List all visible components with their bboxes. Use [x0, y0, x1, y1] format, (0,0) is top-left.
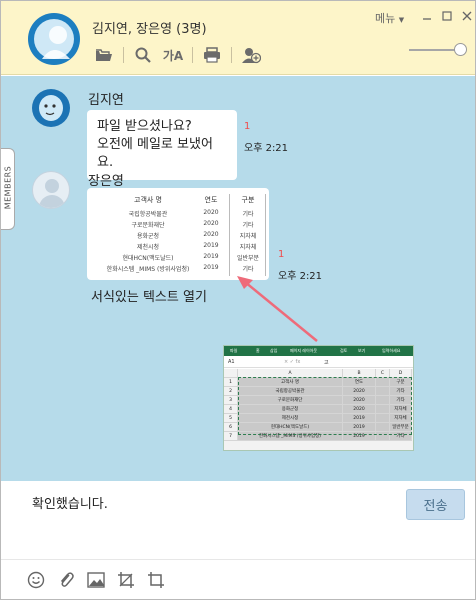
avatar[interactable]	[32, 171, 70, 209]
ribbon-tab: 페이지 레이아웃	[290, 348, 318, 353]
excel-ribbon: 파일 홈 삽입 페이지 레이아웃 검토 보기 입력하세요	[224, 346, 413, 356]
table-header: 구분	[241, 196, 255, 204]
emoji-icon[interactable]	[26, 570, 46, 590]
table-cell: 한화시스템 _MIMS (방위사업청)	[106, 266, 190, 273]
table-cell: 2020	[203, 209, 219, 216]
row-number: 2	[224, 387, 238, 396]
table-header: 연도	[204, 196, 218, 204]
row-number: 5	[224, 414, 238, 423]
table-cell: 2019	[203, 253, 219, 260]
row-number: 1	[224, 378, 238, 387]
font-size-icon[interactable]: 가A	[162, 45, 184, 65]
avatar[interactable]	[32, 89, 70, 127]
members-label: MEMBERS	[3, 165, 13, 210]
close-button[interactable]	[459, 9, 475, 23]
table-cell: 국립항공박물관	[128, 211, 168, 218]
message-bubble[interactable]: 고객사 명 연도 구분 국립항공박물관 2020 기타 구로문화재단 2020 …	[87, 188, 269, 280]
add-person-icon[interactable]	[240, 45, 262, 65]
table-header: 고객사 명	[134, 196, 162, 204]
message-line: 오전에 메일로 보냈어요.	[97, 137, 213, 170]
table-cell: 2019	[203, 264, 219, 271]
table-cell: 2020	[203, 231, 219, 238]
menu-label: 메뉴	[375, 12, 396, 25]
row-number: 4	[224, 405, 238, 414]
ribbon-tab: 파일	[230, 348, 238, 353]
bottom-toolbar	[1, 559, 475, 599]
row-number: 7	[224, 432, 238, 441]
chevron-down-icon: ▼	[398, 16, 405, 24]
ribbon-tab: 검토	[340, 348, 348, 353]
chat-window: 김지연, 장은영 (3명) 가A 메뉴 ▼ MEMBERS 김지연 파일 받으셨…	[0, 0, 476, 600]
table-cell: 용화군청	[136, 233, 160, 240]
pasted-table: 고객사 명 연도 구분 국립항공박물관 2020 기타 구로문화재단 2020 …	[87, 188, 269, 280]
unread-count: 1	[278, 249, 285, 260]
table-cell: 지자체	[239, 233, 257, 240]
row-number: 6	[224, 423, 238, 432]
table-cell: 지자체	[239, 244, 257, 251]
table-cell: 제천시청	[136, 244, 160, 251]
ribbon-tab: 입력하세요	[382, 348, 401, 353]
copy-selection-border	[238, 377, 412, 435]
table-cell: 2020	[203, 220, 219, 227]
message-time: 오후 2:21	[244, 143, 289, 154]
crop-icon[interactable]	[146, 570, 166, 590]
table-cell: 구로문화재단	[131, 222, 165, 229]
excel-screenshot: 파일 홈 삽입 페이지 레이아웃 검토 보기 입력하세요 A1 × ✓ fx 고…	[223, 345, 414, 451]
folder-icon[interactable]	[93, 45, 115, 65]
chat-header: 김지연, 장은영 (3명) 가A 메뉴 ▼	[1, 1, 475, 75]
print-icon[interactable]	[201, 45, 223, 65]
members-tab[interactable]: MEMBERS	[1, 148, 15, 230]
table-cell: 기타	[242, 211, 254, 218]
group-avatar[interactable]	[28, 13, 80, 65]
header-toolbar: 가A	[93, 45, 270, 65]
maximize-button[interactable]	[439, 9, 455, 23]
table-cell: 기타	[242, 266, 254, 273]
formula-bar: A1 × ✓ fx 고	[224, 357, 413, 368]
capture-icon[interactable]	[116, 570, 136, 590]
row-number: 3	[224, 396, 238, 405]
ribbon-tab: 홈	[256, 348, 260, 353]
cell-reference: A1	[228, 359, 235, 365]
font-size-label: 가A	[162, 48, 184, 63]
attach-icon[interactable]	[56, 570, 76, 590]
table-cell: 현대HCN(맥도날드)	[122, 255, 174, 262]
window-controls	[415, 9, 475, 23]
minimize-button[interactable]	[419, 9, 435, 23]
formula-value: 고	[324, 360, 329, 366]
ribbon-tab: 삽입	[270, 348, 278, 353]
sender-name: 장은영	[88, 174, 124, 189]
slider-knob[interactable]	[454, 43, 467, 56]
chat-area[interactable]: MEMBERS 김지연 파일 받으셨나요? 오전에 메일로 보냈어요. 1 오후…	[1, 76, 475, 481]
transparency-slider[interactable]	[409, 43, 467, 56]
table-cell: 2019	[203, 242, 219, 249]
send-button[interactable]: 전송	[406, 489, 465, 520]
unread-count: 1	[244, 121, 251, 132]
message-line: 파일 받으셨나요?	[97, 119, 192, 134]
search-icon[interactable]	[132, 45, 154, 65]
open-rich-text-link[interactable]: 서식있는 텍스트 열기	[91, 286, 207, 305]
message-input[interactable]: 확인했습니다.	[32, 493, 108, 512]
table-cell: 기타	[242, 222, 254, 229]
sender-name: 김지연	[88, 93, 124, 108]
menu-button[interactable]: 메뉴 ▼	[375, 10, 404, 26]
message-input-area[interactable]: 확인했습니다. 전송	[1, 481, 475, 559]
table-cell: 일반부분	[236, 255, 260, 262]
image-icon[interactable]	[86, 570, 106, 590]
ribbon-tab: 보기	[358, 348, 366, 353]
chat-title: 김지연, 장은영 (3명)	[92, 22, 207, 37]
arrow-icon	[237, 276, 318, 342]
